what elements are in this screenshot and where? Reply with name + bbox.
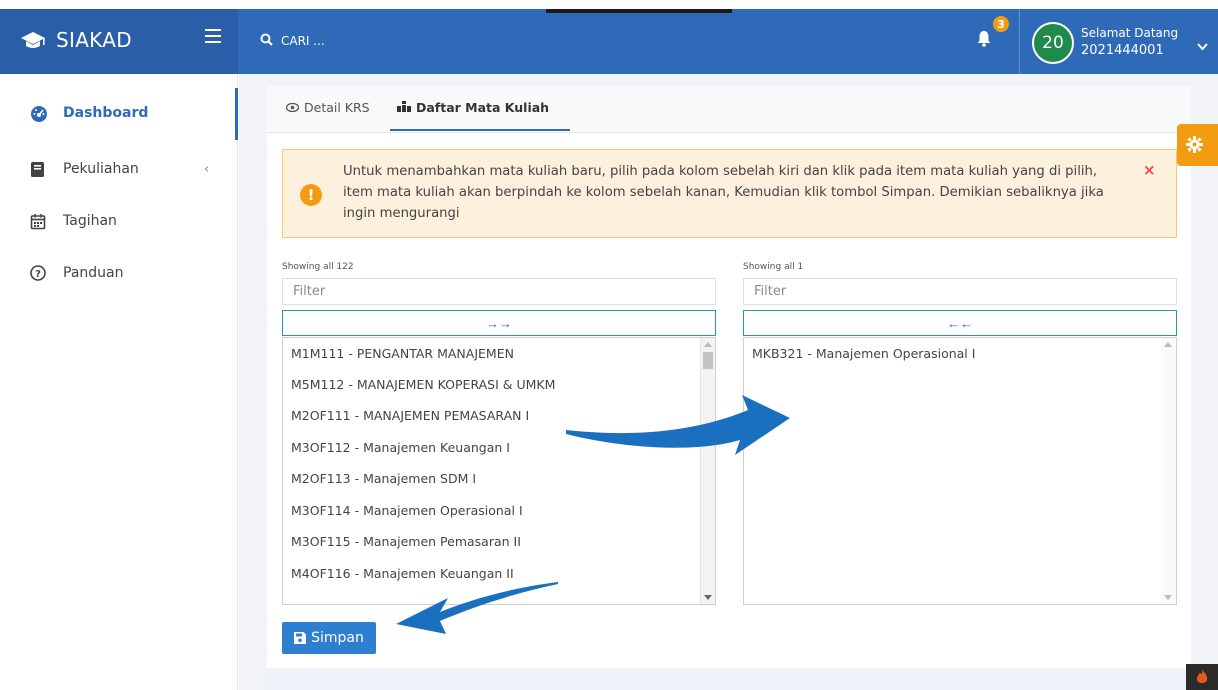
sidebar-item-label: Tagihan bbox=[63, 213, 117, 229]
browser-tab-strip bbox=[546, 9, 732, 13]
book-icon bbox=[30, 161, 45, 182]
left-course-list[interactable]: M1M111 - PENGANTAR MANAJEMEN M5M112 - MA… bbox=[282, 337, 716, 605]
tachometer-icon bbox=[30, 105, 48, 127]
list-item[interactable]: M1M111 - PENGANTAR MANAJEMEN bbox=[291, 346, 514, 361]
sidebar-item-tagihan[interactable]: Tagihan bbox=[0, 196, 238, 248]
exclamation-icon: ! bbox=[300, 184, 322, 206]
active-tab-indicator bbox=[390, 129, 570, 131]
sidebar-item-pekuliahan[interactable]: Pekuliahan ‹ bbox=[0, 144, 238, 196]
question-circle-icon: ? bbox=[30, 265, 46, 285]
list-item[interactable]: M3OF112 - Manajemen Keuangan I bbox=[291, 440, 510, 455]
left-showing-count: Showing all 122 bbox=[282, 262, 354, 272]
hamburger-menu-icon[interactable] bbox=[205, 29, 221, 43]
brand-area[interactable]: SIAKAD bbox=[0, 9, 238, 74]
tab-label: Daftar Mata Kuliah bbox=[416, 100, 550, 115]
list-item[interactable]: M4OF116 - Manajemen Keuangan II bbox=[291, 566, 514, 581]
user-nim: 2021444001 bbox=[1081, 43, 1164, 58]
left-filter-input[interactable] bbox=[282, 278, 716, 305]
sitemap-icon bbox=[397, 100, 411, 115]
search-bar[interactable] bbox=[260, 31, 461, 50]
close-icon[interactable]: × bbox=[1143, 161, 1156, 179]
fire-icon[interactable] bbox=[1186, 664, 1218, 690]
bell-icon[interactable] bbox=[976, 30, 992, 51]
scroll-down-icon[interactable] bbox=[1164, 595, 1172, 600]
search-input[interactable] bbox=[281, 33, 461, 48]
alert-message: Untuk menambahkan mata kuliah baru, pili… bbox=[343, 164, 1104, 221]
chevron-down-icon[interactable] bbox=[1197, 36, 1208, 55]
sidebar-item-dashboard[interactable]: Dashboard bbox=[0, 88, 238, 140]
svg-text:?: ? bbox=[35, 269, 41, 280]
notification-badge: 3 bbox=[991, 14, 1011, 34]
list-item[interactable]: M2OF113 - Manajemen SDM I bbox=[291, 471, 476, 486]
graduation-cap-icon bbox=[20, 31, 46, 55]
tab-daftar-mata-kuliah[interactable]: Daftar Mata Kuliah bbox=[397, 100, 549, 115]
save-button[interactable]: Simpan bbox=[282, 622, 376, 654]
move-all-right-button[interactable]: →→ bbox=[282, 310, 716, 336]
sidebar-item-label: Panduan bbox=[63, 265, 124, 281]
right-filter-input[interactable] bbox=[743, 278, 1177, 305]
eye-icon bbox=[285, 100, 300, 115]
move-all-left-button[interactable]: ←← bbox=[743, 310, 1177, 336]
brand-name: SIAKAD bbox=[56, 28, 132, 52]
user-welcome[interactable]: Selamat Datang 2021444001 bbox=[1081, 25, 1178, 59]
save-button-label: Simpan bbox=[311, 630, 364, 646]
list-item[interactable]: MKB321 - Manajemen Operasional I bbox=[752, 346, 975, 361]
right-course-list[interactable]: MKB321 - Manajemen Operasional I bbox=[743, 337, 1177, 605]
tab-detail-krs[interactable]: Detail KRS bbox=[285, 100, 370, 115]
list-item[interactable]: M3OF114 - Manajemen Operasional I bbox=[291, 503, 523, 518]
chevron-left-icon: ‹ bbox=[204, 162, 210, 177]
right-list-scrollbar[interactable] bbox=[1161, 338, 1176, 604]
sidebar: Dashboard Pekuliahan ‹ Tagihan ? Panduan bbox=[0, 74, 238, 690]
avatar[interactable]: 20 bbox=[1032, 22, 1074, 64]
tab-label: Detail KRS bbox=[304, 100, 370, 115]
scroll-up-icon[interactable] bbox=[1164, 342, 1172, 347]
list-item[interactable]: M3OF115 - Manajemen Pemasaran II bbox=[291, 534, 521, 549]
card-footer bbox=[267, 668, 1191, 690]
calendar-icon bbox=[30, 213, 46, 234]
right-showing-count: Showing all 1 bbox=[743, 262, 804, 272]
search-icon bbox=[260, 31, 273, 50]
scroll-up-icon[interactable] bbox=[704, 342, 712, 347]
scroll-down-icon[interactable] bbox=[704, 595, 712, 600]
list-item[interactable]: M2OF111 - MANAJEMEN PEMASARAN I bbox=[291, 408, 529, 423]
gear-icon bbox=[1186, 136, 1203, 157]
settings-toggle[interactable] bbox=[1177, 124, 1218, 166]
left-list-scrollbar[interactable] bbox=[700, 338, 715, 604]
scroll-thumb[interactable] bbox=[703, 352, 713, 369]
sidebar-item-panduan[interactable]: ? Panduan bbox=[0, 248, 238, 300]
welcome-greeting: Selamat Datang bbox=[1081, 26, 1179, 40]
list-item[interactable]: M5M112 - MANAJEMEN KOPERASI & UMKM bbox=[291, 377, 555, 392]
sidebar-item-label: Pekuliahan bbox=[63, 161, 139, 177]
floppy-disk-icon bbox=[294, 632, 307, 644]
navbar-divider bbox=[1019, 9, 1020, 74]
sidebar-item-label: Dashboard bbox=[63, 105, 149, 121]
